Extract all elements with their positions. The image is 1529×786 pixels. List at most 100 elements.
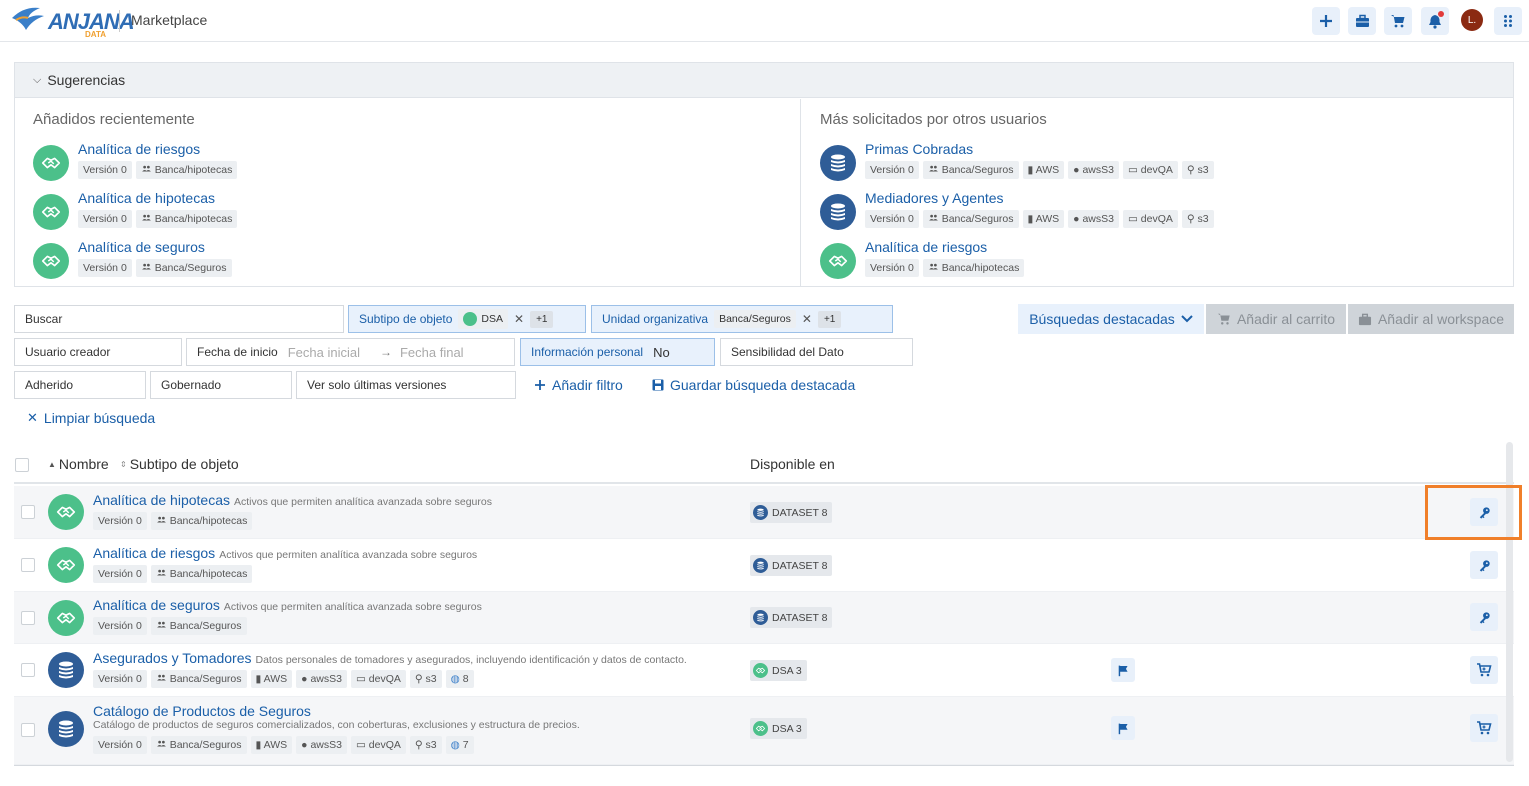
- version-tag: Versión 0: [78, 259, 132, 277]
- storage-tag: ● awsS3: [296, 670, 347, 688]
- database-icon: [48, 711, 84, 747]
- cart-button[interactable]: [1384, 7, 1412, 35]
- version-tag: Versión 0: [93, 565, 147, 583]
- add-filter-button[interactable]: Añadir filtro: [534, 377, 623, 393]
- available-header: Disponible en: [750, 456, 835, 472]
- version-tag: Versión 0: [865, 259, 919, 277]
- save-search-button[interactable]: Guardar búsqueda destacada: [652, 377, 855, 393]
- dsa-icon: [33, 145, 69, 181]
- cart-plus-icon: [1476, 662, 1492, 678]
- env-tag: ▭ devQA: [1122, 210, 1178, 228]
- key-icon: [1477, 610, 1492, 625]
- add-button[interactable]: [1312, 7, 1340, 35]
- available-badge[interactable]: DSA 3: [750, 718, 807, 739]
- available-badge[interactable]: DSA 3: [750, 660, 807, 681]
- briefcase-icon: [1355, 14, 1369, 27]
- sensitivity-filter[interactable]: Sensibilidad del Dato: [720, 338, 913, 366]
- cart-icon: [1391, 15, 1405, 28]
- popular-item-name[interactable]: Mediadores y Agentes: [865, 190, 1004, 206]
- row-checkbox[interactable]: [21, 663, 35, 677]
- recent-item-name[interactable]: Analítica de seguros: [78, 239, 205, 255]
- popular-item-name[interactable]: Primas Cobradas: [865, 141, 973, 157]
- start-date-input[interactable]: Fecha inicial: [288, 345, 360, 360]
- version-tag: Versión 0: [93, 617, 147, 635]
- org-unit-filter[interactable]: Unidad organizativa Banca/Seguros ✕ +1: [591, 305, 893, 333]
- available-badge[interactable]: DATASET 8: [750, 502, 833, 523]
- row-checkbox[interactable]: [21, 505, 35, 519]
- tags: Versión 0 Banca/Seguros: [93, 617, 247, 635]
- table-header: ▲ Nombre ⇕ Subtipo de objeto Disponible …: [14, 450, 1514, 484]
- latest-versions-filter[interactable]: Ver solo últimas versiones: [296, 371, 516, 399]
- dsa-icon: [820, 243, 856, 279]
- add-to-cart-button[interactable]: Añadir al carrito: [1206, 304, 1346, 334]
- adherido-filter[interactable]: Adherido: [14, 371, 146, 399]
- recent-column: Añadidos recientemente Analítica de ries…: [15, 99, 801, 287]
- recent-item-name[interactable]: Analítica de riesgos: [78, 141, 200, 157]
- subtype-chip: DSA: [458, 309, 509, 329]
- storage-tag: ● awsS3: [1068, 210, 1119, 228]
- workspace-button[interactable]: [1348, 7, 1376, 35]
- row-name[interactable]: Analítica de seguros Activos que permiten…: [93, 597, 482, 613]
- row-checkbox[interactable]: [21, 723, 35, 737]
- sort-name-header[interactable]: ▲ Nombre: [48, 456, 109, 472]
- table-row[interactable]: Catálogo de Productos de Seguros Catálog…: [14, 697, 1514, 765]
- platform-tag: ▮ AWS: [250, 736, 293, 754]
- row-name[interactable]: Analítica de riesgos Activos que permiten…: [93, 545, 477, 561]
- request-access-button[interactable]: [1470, 551, 1498, 579]
- row-checkbox[interactable]: [21, 558, 35, 572]
- tags: Versión 0 Banca/Seguros: [78, 259, 232, 277]
- date-filter[interactable]: Fecha de inicio Fecha inicial → Fecha fi…: [186, 338, 515, 366]
- row-name[interactable]: Asegurados y Tomadores Datos personales d…: [93, 650, 687, 666]
- sort-icon: ⇕: [120, 459, 127, 469]
- more-chip: +1: [530, 310, 554, 328]
- personal-info-filter[interactable]: Información personal No: [520, 338, 715, 366]
- table-row[interactable]: Analítica de seguros Activos que permiten…: [14, 592, 1514, 644]
- flag-button[interactable]: [1111, 658, 1135, 682]
- suggestions-header[interactable]: ⌵ Sugerencias: [15, 63, 1513, 98]
- available-badge[interactable]: DATASET 8: [750, 607, 833, 628]
- more-chip: +1: [817, 310, 842, 328]
- popular-title: Más solicitados por otros usuarios: [820, 111, 1047, 128]
- remove-chip-icon[interactable]: ✕: [514, 312, 524, 326]
- search-input[interactable]: Buscar: [14, 305, 344, 333]
- table-row[interactable]: Analítica de riesgos Activos que permiten…: [14, 539, 1514, 592]
- org-tag: Banca/Seguros: [150, 736, 247, 754]
- notifications-button[interactable]: [1421, 7, 1449, 35]
- storage-tag: ● awsS3: [296, 736, 347, 754]
- tags: Versión 0 Banca/hipotecas: [78, 161, 238, 179]
- apps-button[interactable]: [1494, 7, 1522, 35]
- anjana-logo[interactable]: ANJANA DATA: [10, 4, 135, 39]
- avatar[interactable]: L.: [1461, 9, 1483, 31]
- add-to-workspace-button[interactable]: Añadir al workspace: [1348, 304, 1514, 334]
- featured-searches-button[interactable]: Búsquedas destacadas: [1018, 304, 1204, 334]
- remove-chip-icon[interactable]: ✕: [802, 312, 812, 326]
- end-date-input[interactable]: Fecha final: [400, 345, 464, 360]
- add-to-cart-row-button[interactable]: [1470, 714, 1498, 742]
- add-to-cart-row-button[interactable]: [1470, 656, 1498, 684]
- available-badge[interactable]: DATASET 8: [750, 555, 833, 576]
- sort-subtype-header[interactable]: ⇕ Subtipo de objeto: [120, 456, 239, 472]
- database-icon: [820, 194, 856, 230]
- recent-item: Analítica de riesgos Versión 0 Banca/hip…: [33, 141, 733, 185]
- gobernado-filter[interactable]: Gobernado: [150, 371, 292, 399]
- table-row[interactable]: Analítica de hipotecas Activos que permit…: [14, 486, 1514, 539]
- users-icon: [156, 568, 167, 578]
- popular-item-name[interactable]: Analítica de riesgos: [865, 239, 987, 255]
- platform-tag: ▮ AWS: [1022, 161, 1065, 179]
- clear-search-button[interactable]: ✕ Limpiar búsqueda: [27, 410, 155, 426]
- creator-filter[interactable]: Usuario creador: [14, 338, 182, 366]
- flag-button[interactable]: [1111, 716, 1135, 740]
- users-icon: [141, 262, 152, 272]
- row-checkbox[interactable]: [21, 611, 35, 625]
- table-row[interactable]: Asegurados y Tomadores Datos personales d…: [14, 644, 1514, 697]
- env-tag: ▭ devQA: [350, 670, 406, 688]
- users-icon: [141, 164, 152, 174]
- dsa-mini-icon: [753, 721, 768, 736]
- recent-item-name[interactable]: Analítica de hipotecas: [78, 190, 215, 206]
- row-name[interactable]: Analítica de hipotecas Activos que permit…: [93, 492, 492, 508]
- env-tag: ▭ devQA: [1122, 161, 1178, 179]
- row-name[interactable]: Catálogo de Productos de Seguros: [93, 703, 311, 719]
- subtype-filter[interactable]: Subtipo de objeto DSA ✕ +1: [348, 305, 586, 333]
- select-all-checkbox[interactable]: [15, 458, 29, 472]
- request-access-button[interactable]: [1470, 603, 1498, 631]
